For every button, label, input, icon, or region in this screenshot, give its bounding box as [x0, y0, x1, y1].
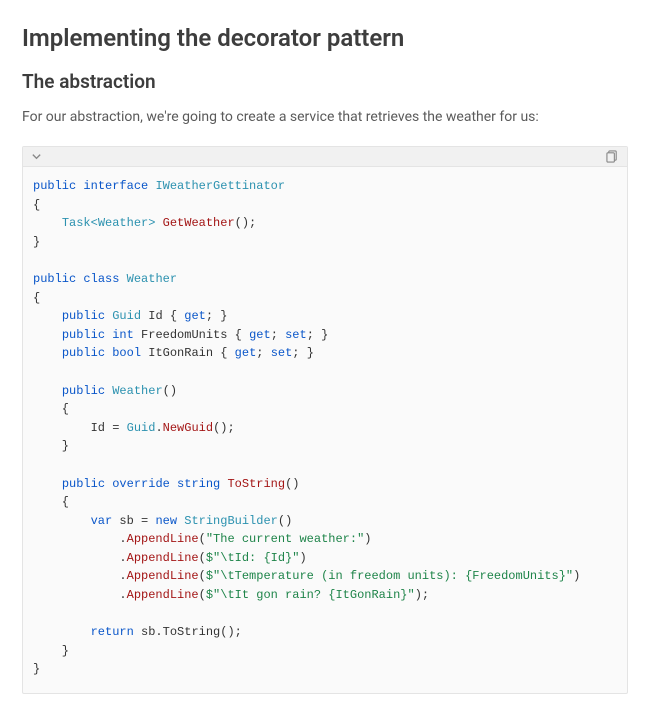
- copy-icon[interactable]: [606, 150, 619, 163]
- code-content: public interface IWeatherGettinator { Ta…: [23, 167, 627, 693]
- code-toolbar: [23, 147, 627, 167]
- intro-paragraph: For our abstraction, we're going to crea…: [22, 107, 628, 128]
- collapse-toggle[interactable]: [31, 151, 42, 162]
- section-heading: The abstraction: [22, 70, 628, 93]
- page-title: Implementing the decorator pattern: [22, 24, 628, 52]
- code-block: public interface IWeatherGettinator { Ta…: [22, 146, 628, 694]
